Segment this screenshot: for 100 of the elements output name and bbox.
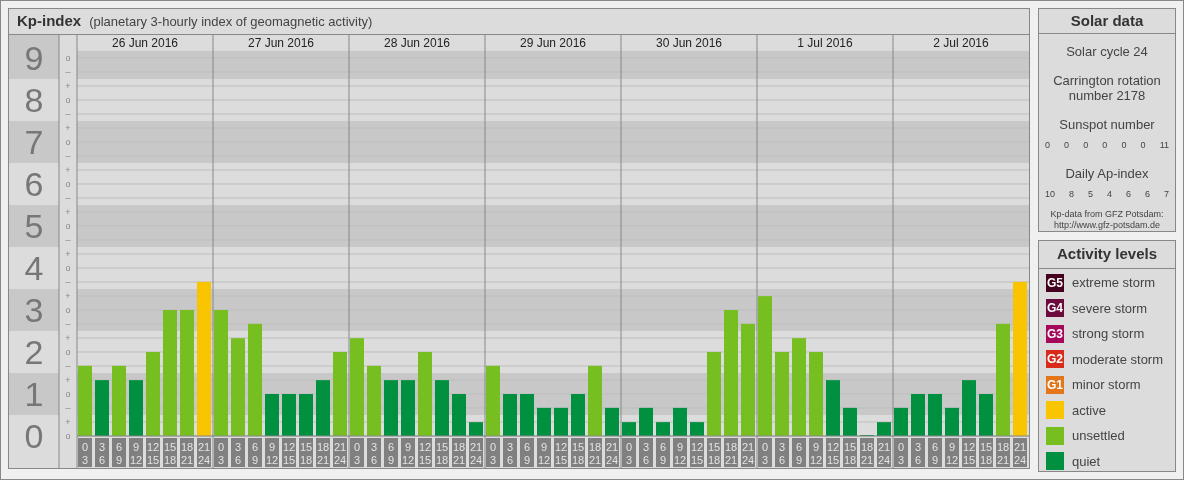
minor-tick-label: + [65,333,71,343]
ap-index-value: 4 [1106,187,1112,201]
minor-tick-label: – [65,277,71,287]
minor-tick-label: – [65,151,71,161]
minor-tick-label: o [65,431,71,441]
time-range-label: 21 24 [877,438,891,467]
minor-tick-label: + [65,417,71,427]
time-range-label: 0 3 [214,438,228,467]
time-range-label: 6 9 [656,438,670,467]
time-range-label: 21 24 [197,438,211,467]
time-range-label: 15 18 [435,438,449,467]
ap-index-value: 7 [1163,187,1169,201]
solar-cycle-text: Solar cycle 24 [1066,42,1148,61]
panel-title: Solar data [1039,9,1175,34]
time-range-label: 6 9 [384,438,398,467]
minor-tick-label: + [65,81,71,91]
minor-tick-label: + [65,165,71,175]
time-range-label: 0 3 [622,438,636,467]
sunspot-value: 0 [1121,138,1127,152]
sunspot-value: 0 [1064,138,1070,152]
ap-index-value: 5 [1087,187,1093,201]
time-range-label: 21 24 [1013,438,1027,467]
minor-tick-label: o [65,389,71,399]
minor-tick-label: – [65,403,71,413]
time-range-label: 6 9 [112,438,126,467]
time-range-label: 15 18 [571,438,585,467]
minor-tick-label: o [65,137,71,147]
time-range-label: 21 24 [469,438,483,467]
time-range-label: 0 3 [78,438,92,467]
minor-tick-label: o [65,263,71,273]
minor-tick-label: + [65,123,71,133]
time-range-label: 12 15 [962,438,976,467]
time-range-label: 21 24 [333,438,347,467]
time-range-label: 3 6 [503,438,517,467]
minor-tick-label: – [65,109,71,119]
legend-swatch: G2 [1046,350,1064,369]
time-range-label: 12 15 [418,438,432,467]
time-range-label: 3 6 [911,438,925,467]
sunspot-title: Sunspot number [1059,116,1155,134]
time-range-label: 18 21 [316,438,330,467]
time-range-label: 18 21 [724,438,738,467]
time-range-label: 6 9 [248,438,262,467]
time-range-label: 9 12 [673,438,687,467]
y-axis-label: 0 [24,417,44,455]
minor-tick-label: o [65,305,71,315]
time-range-label: 18 21 [180,438,194,467]
legend-swatch: G3 [1046,324,1064,343]
sunspot-value: 0 [1045,138,1050,152]
legend-label: minor storm [1072,376,1141,394]
minor-tick-label: – [65,319,71,329]
time-range-label: 3 6 [775,438,789,467]
legend-swatch: G4 [1046,299,1064,318]
sunspot-value: 0 [1083,138,1089,152]
legend-label: severe storm [1072,299,1148,318]
legend-swatch: G1 [1046,375,1064,394]
time-range-label: 3 6 [95,438,109,467]
y-axis-label: 7 [24,123,44,161]
minor-tick-label: o [65,53,71,63]
ap-index-value: 10 [1045,187,1055,201]
time-range-label: 18 21 [588,438,602,467]
time-range-label: 9 12 [265,438,279,467]
legend-label: strong storm [1072,325,1145,343]
ap-index-value: 6 [1144,187,1150,201]
date-label: 29 Jun 2016 [519,36,587,50]
legend-label: active [1072,401,1106,420]
y-axis-label: 3 [24,291,44,329]
time-range-label: 12 15 [146,438,160,467]
sunspot-value: 0 [1102,138,1108,152]
date-label: 28 Jun 2016 [383,36,451,50]
time-range-label: 6 9 [792,438,806,467]
minor-tick-label: o [65,221,71,231]
minor-tick-label: + [65,207,71,217]
time-range-label: 6 9 [520,438,534,467]
legend-label: moderate storm [1072,350,1164,369]
minor-tick-label: + [65,249,71,259]
time-range-label: 12 15 [826,438,840,467]
time-range-label: 9 12 [945,438,959,467]
minor-tick-label: – [65,361,71,371]
time-range-label: 12 15 [282,438,296,467]
time-range-label: 12 15 [690,438,704,467]
time-range-label: 3 6 [639,438,653,467]
y-axis-label: 6 [24,165,44,203]
time-range-label: 18 21 [996,438,1010,467]
y-axis-label: 2 [24,333,44,371]
time-range-label: 9 12 [809,438,823,467]
panel-title: Activity levels [1039,241,1175,269]
minor-tick-label: + [65,375,71,385]
date-label: 1 Jul 2016 [797,36,853,50]
ap-index-title: Daily Ap-index [1065,165,1149,183]
minor-tick-label: o [65,179,71,189]
time-range-label: 15 18 [299,438,313,467]
time-range-label: 0 3 [350,438,364,467]
ap-index-value: 6 [1125,187,1131,201]
minor-tick-label: – [65,193,71,203]
time-range-label: 15 18 [843,438,857,467]
time-range-label: 15 18 [707,438,721,467]
legend-label: extreme storm [1072,274,1156,292]
sunspot-value: 11 [1159,138,1169,152]
panel-title: Kp-index [17,11,82,32]
time-range-label: 6 9 [928,438,942,467]
